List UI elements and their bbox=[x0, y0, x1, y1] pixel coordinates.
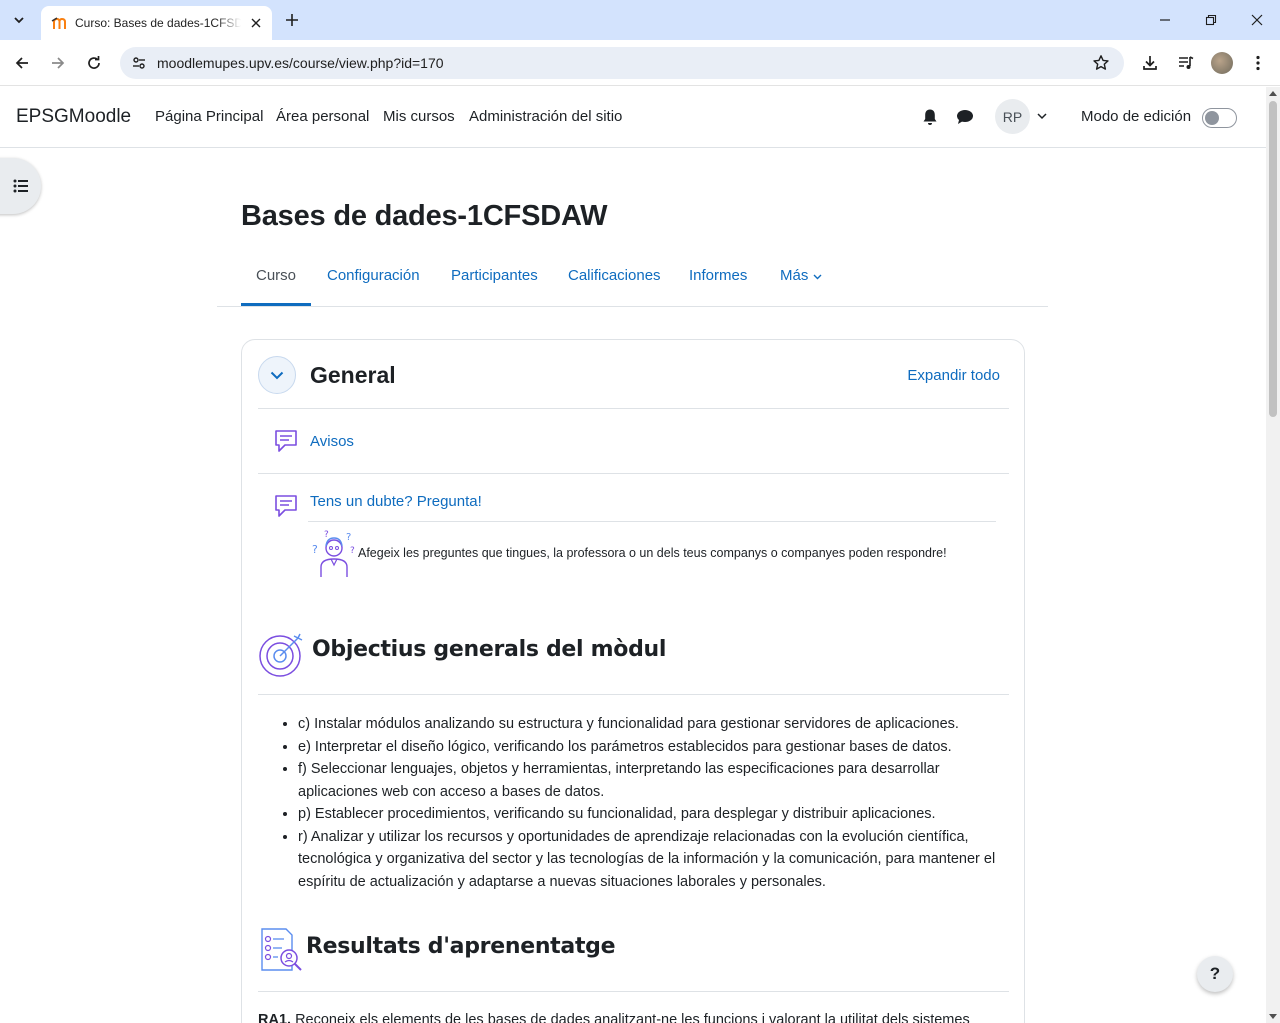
tab-course[interactable]: Curso bbox=[256, 267, 296, 284]
thinking-person-icon: ? ? ? ? bbox=[312, 530, 355, 577]
browser-toolbar: moodlemupes.upv.es/course/view.php?id=17… bbox=[0, 40, 1280, 86]
nav-link-site-admin[interactable]: Administración del sitio bbox=[469, 108, 622, 125]
new-tab-button[interactable] bbox=[280, 8, 304, 32]
profile-avatar-icon[interactable] bbox=[1211, 52, 1233, 74]
divider bbox=[258, 473, 1009, 474]
browser-menu-button[interactable] bbox=[1244, 49, 1272, 77]
svg-text:?: ? bbox=[312, 543, 318, 556]
list-item: e) Interpretar el diseño lógico, verific… bbox=[298, 736, 1008, 759]
active-tab-indicator bbox=[241, 303, 311, 306]
moodle-favicon-icon bbox=[51, 15, 67, 31]
more-vertical-icon bbox=[1256, 55, 1260, 71]
results-heading: Resultats d'aprenentatge bbox=[306, 934, 616, 959]
browser-tab[interactable]: Curso: Bases de dades-1CFSDAW bbox=[41, 6, 272, 40]
help-button-label: ? bbox=[1209, 964, 1221, 983]
course-secondary-nav: Curso Configuración Participantes Califi… bbox=[217, 258, 1048, 307]
restore-button[interactable] bbox=[1197, 6, 1225, 34]
scroll-down-arrow-icon[interactable] bbox=[1269, 1012, 1277, 1020]
tab-search-button[interactable] bbox=[6, 7, 32, 33]
forward-button[interactable] bbox=[44, 49, 72, 77]
arrow-left-icon bbox=[15, 57, 28, 69]
objectives-heading: Objectius generals del mòdul bbox=[312, 637, 667, 662]
edit-mode-label: Modo de edición bbox=[1081, 108, 1192, 125]
bookmark-star-icon[interactable] bbox=[1092, 54, 1110, 72]
restore-icon bbox=[1205, 14, 1217, 26]
course-index-drawer-button[interactable] bbox=[0, 158, 41, 214]
divider bbox=[258, 408, 1009, 409]
ra1-text: Reconeix els elements de les bases de da… bbox=[295, 1012, 970, 1023]
tab-title: Curso: Bases de dades-1CFSDAW bbox=[75, 16, 241, 30]
chevron-down-icon bbox=[270, 371, 284, 379]
chevron-down-icon bbox=[813, 274, 822, 280]
divider bbox=[308, 521, 996, 522]
list-item: c) Instalar módulos analizando su estruc… bbox=[298, 713, 1008, 736]
nav-link-home[interactable]: Página Principal bbox=[155, 108, 263, 125]
svg-text:?: ? bbox=[324, 530, 329, 540]
chevron-down-icon[interactable] bbox=[1035, 109, 1049, 123]
forum-icon bbox=[272, 492, 300, 520]
scrollbar-thumb[interactable] bbox=[1269, 101, 1277, 417]
page-title: Bases de dades-1CFSDAW bbox=[241, 200, 608, 232]
back-button[interactable] bbox=[8, 49, 36, 77]
svg-text:?: ? bbox=[350, 546, 355, 556]
list-item: f) Seleccionar lenguajes, objetos y herr… bbox=[298, 758, 1008, 803]
help-button[interactable]: ? bbox=[1197, 956, 1233, 992]
close-window-button[interactable] bbox=[1243, 6, 1271, 34]
list-icon bbox=[13, 179, 28, 193]
chevron-down-icon bbox=[14, 17, 24, 24]
minimize-icon bbox=[1160, 19, 1170, 21]
expand-all-link[interactable]: Expandir todo bbox=[907, 367, 1000, 384]
target-icon bbox=[259, 633, 303, 677]
tab-more[interactable]: Más bbox=[780, 267, 822, 284]
tab-more-label: Más bbox=[780, 267, 809, 284]
checklist-search-icon bbox=[261, 928, 302, 971]
activity-description: Afegeix les preguntes que tingues, la pr… bbox=[358, 546, 947, 560]
ra1-label: RA1. bbox=[258, 1012, 292, 1023]
tab-participants[interactable]: Participantes bbox=[451, 267, 538, 284]
edit-mode-toggle[interactable] bbox=[1202, 108, 1237, 128]
section-collapse-button[interactable] bbox=[258, 356, 296, 394]
site-brand[interactable]: EPSGMoodle bbox=[16, 106, 131, 128]
tab-grades[interactable]: Calificaciones bbox=[568, 267, 661, 284]
notifications-bell-icon[interactable] bbox=[920, 107, 940, 127]
nav-link-dashboard[interactable]: Área personal bbox=[276, 108, 369, 125]
downloads-button[interactable] bbox=[1136, 49, 1164, 77]
list-item: p) Establecer procedimientos, verificand… bbox=[298, 803, 1008, 826]
messages-chat-icon[interactable] bbox=[955, 107, 975, 127]
tab-reports[interactable]: Informes bbox=[689, 267, 747, 284]
objectives-list: c) Instalar módulos analizando su estruc… bbox=[298, 713, 1008, 893]
address-bar[interactable]: moodlemupes.upv.es/course/view.php?id=17… bbox=[120, 47, 1124, 79]
list-item: r) Analizar y utilizar los recursos y op… bbox=[298, 826, 1008, 894]
scroll-up-arrow-icon[interactable] bbox=[1269, 90, 1277, 98]
divider bbox=[258, 694, 1009, 695]
svg-text:?: ? bbox=[346, 532, 351, 543]
reload-icon bbox=[88, 56, 100, 69]
nav-link-my-courses[interactable]: Mis cursos bbox=[383, 108, 455, 125]
browser-tabstrip: Curso: Bases de dades-1CFSDAW bbox=[0, 0, 1280, 40]
minimize-button[interactable] bbox=[1151, 6, 1179, 34]
reload-button[interactable] bbox=[80, 49, 108, 77]
close-tab-icon[interactable] bbox=[248, 15, 264, 31]
site-navbar: EPSGMoodle Página Principal Área persona… bbox=[0, 87, 1266, 148]
activity-link-avisos[interactable]: Avisos bbox=[310, 433, 354, 450]
arrow-right-icon bbox=[52, 57, 65, 69]
user-menu-avatar[interactable]: RP bbox=[995, 99, 1030, 134]
url-text: moodlemupes.upv.es/course/view.php?id=17… bbox=[157, 55, 444, 71]
site-settings-icon[interactable] bbox=[128, 52, 150, 74]
close-icon bbox=[1251, 14, 1263, 26]
user-initials: RP bbox=[1002, 108, 1023, 125]
page-scrollbar[interactable] bbox=[1266, 87, 1280, 1023]
media-controls-button[interactable] bbox=[1172, 49, 1200, 77]
forum-icon bbox=[272, 427, 300, 455]
divider bbox=[258, 991, 1009, 992]
learning-result-ra1: RA1. Reconeix els elements de les bases … bbox=[258, 1012, 970, 1023]
tab-settings[interactable]: Configuración bbox=[327, 267, 420, 284]
music-queue-icon bbox=[1179, 56, 1194, 69]
plus-icon bbox=[286, 14, 298, 26]
download-icon bbox=[1143, 56, 1157, 70]
activity-link-pregunta[interactable]: Tens un dubte? Pregunta! bbox=[310, 493, 482, 510]
course-section-general: General Expandir todo Avisos Tens un dub… bbox=[241, 339, 1025, 1023]
section-title: General bbox=[310, 362, 396, 388]
